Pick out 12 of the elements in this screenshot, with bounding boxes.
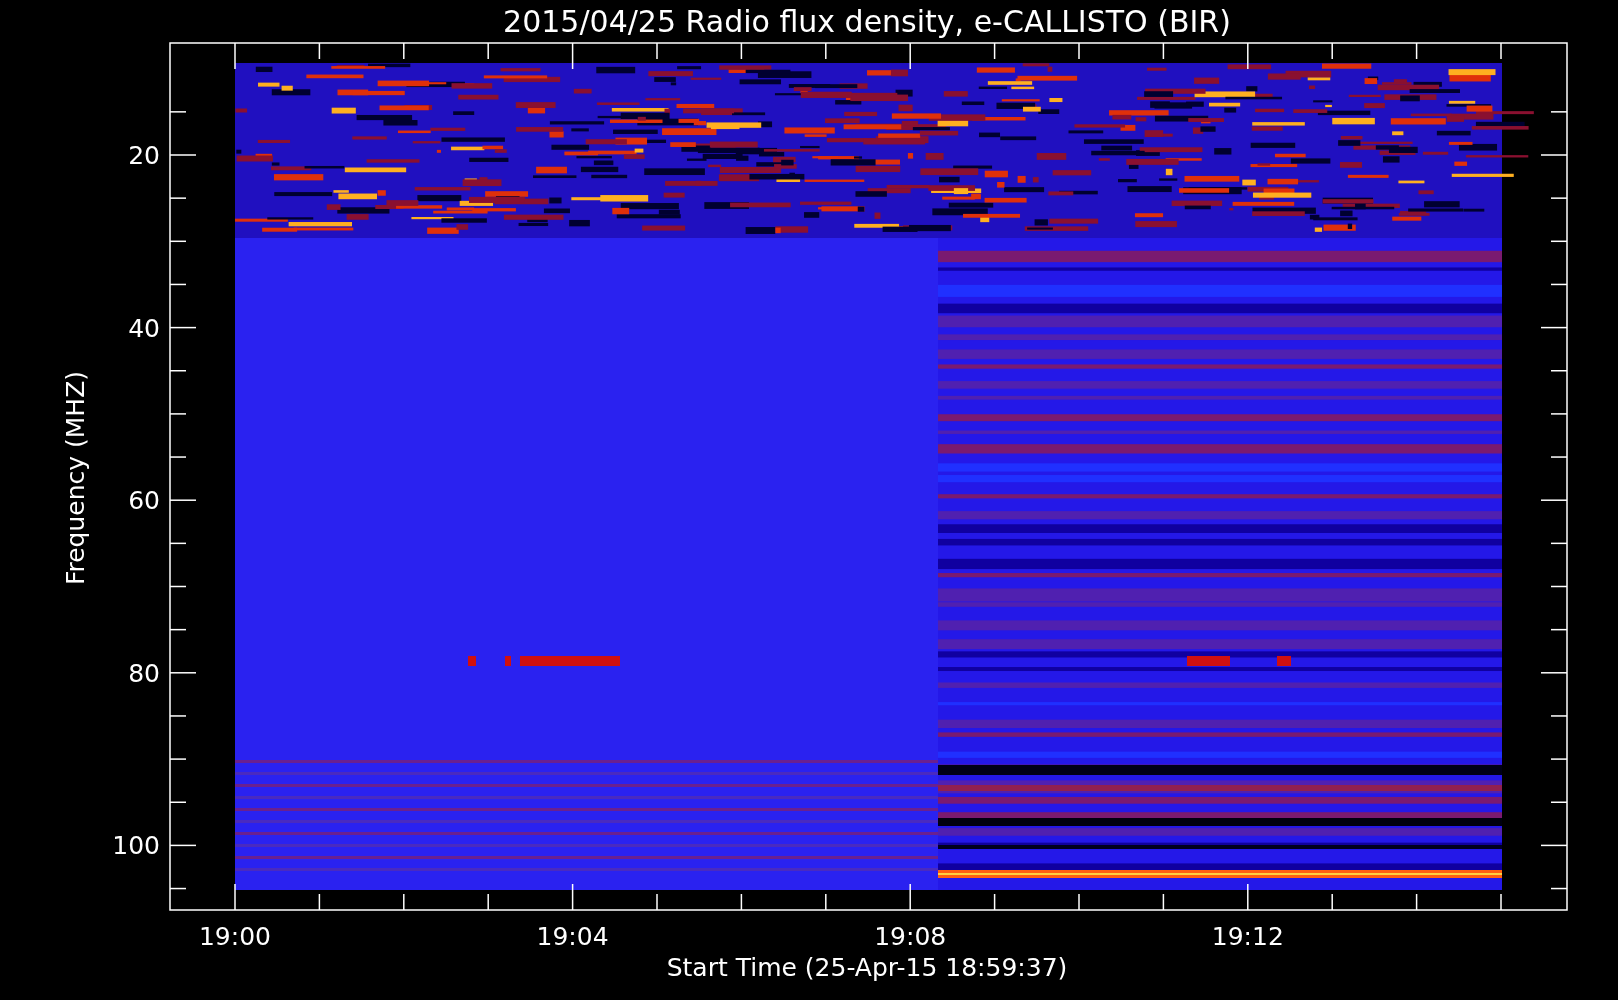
chart-title: 2015/04/25 Radio flux density, e-CALLISTO (BIR) <box>503 4 1231 39</box>
x-tick-label: 19:12 <box>1211 922 1284 951</box>
y-tick-label: 100 <box>112 831 160 861</box>
y-tick-label: 20 <box>128 141 160 170</box>
y-axis-label: Frequency (MHZ) <box>61 370 90 586</box>
y-tick-label: 60 <box>128 486 160 516</box>
y-tick-label: 80 <box>128 658 160 688</box>
x-tick-label: 19:00 <box>199 922 271 951</box>
x-tick-label: 19:04 <box>536 922 609 951</box>
x-axis-label: Start Time (25-Apr-15 18:59:37) <box>666 953 1068 982</box>
x-tick-label: 19:08 <box>874 922 947 951</box>
y-tick-label: 40 <box>128 313 160 343</box>
